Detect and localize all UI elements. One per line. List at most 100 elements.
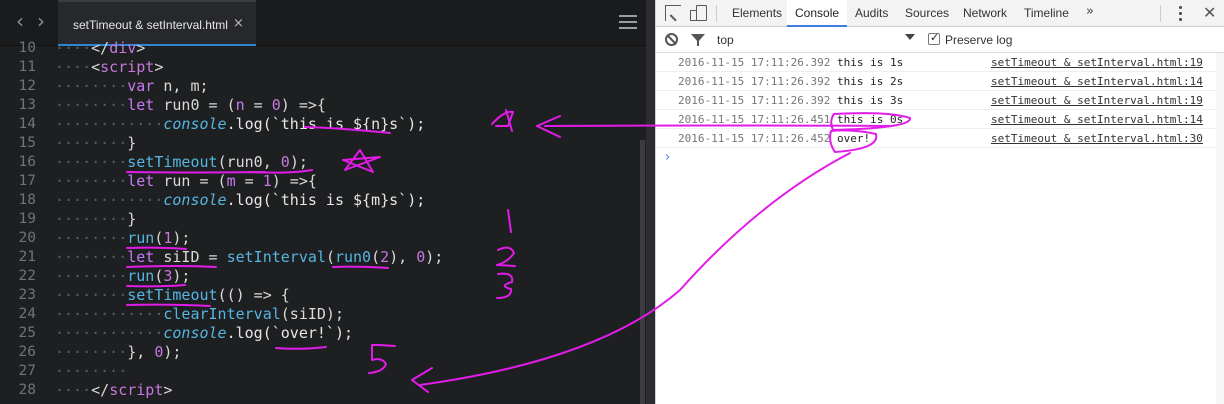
line-number: 23 [18,287,36,303]
more-tabs-icon[interactable]: » [1086,4,1094,19]
filter-icon[interactable] [691,34,705,46]
code-token: ············ [55,324,164,342]
code-token: .log(`this is ${n}s`); [226,115,426,133]
code-line[interactable]: 17 ········let run = (m = 1) =>{ [0,172,646,191]
code-token: ); [172,229,191,247]
code-token: ( [325,248,335,266]
log-source-link[interactable]: setTimeout & setInterval.html:19 [991,53,1203,72]
code-token: (() => { [217,286,290,304]
code-token: ········ [55,267,128,285]
code-token: ········ [55,96,128,114]
code-token: setInterval [226,248,326,266]
code-line[interactable]: 23 ········setTimeout(() => { [0,286,646,305]
line-number: 16 [18,154,36,170]
line-number: 10 [18,40,36,56]
file-tab-label: setTimeout & setInterval.html [73,18,228,32]
code-token: m [226,172,236,190]
code-line[interactable]: 13 ········let run0 = (n = 0) =>{ [0,96,646,115]
code-token: = [244,96,272,114]
code-token: > [163,381,173,399]
code-line[interactable]: 11 ····<script> [0,58,646,77]
log-timestamp: 2016-11-15 17:11:26.452 [678,132,831,145]
console-message: 2016-11-15 17:11:26.392 this is 2s setTime… [656,72,1224,91]
tab-timeline[interactable]: Timeline [1016,0,1077,27]
tab-audits[interactable]: Audits [847,0,896,27]
code-line[interactable]: 19 ········} [0,210,646,229]
inspect-element-icon[interactable] [665,5,681,21]
console-messages: 2016-11-15 17:11:26.392 this is 1s setTime… [656,53,1224,148]
code-line[interactable]: 26 ········}, 0); [0,343,646,362]
preserve-log-label[interactable]: Preserve log [945,33,1012,47]
clear-console-icon[interactable] [665,33,678,46]
log-source-link[interactable]: setTimeout & setInterval.html:14 [991,110,1203,129]
code-text: ············console.log(`this is ${n}s`)… [55,115,425,134]
dropdown-caret-icon[interactable] [905,34,915,40]
code-line[interactable]: 27 ········ [0,362,646,381]
code-token: 0 [271,96,281,114]
code-line[interactable]: 21 ········let siID = setInterval(run0(2)… [0,248,646,267]
log-source-link[interactable]: setTimeout & setInterval.html:30 [991,129,1203,148]
code-line[interactable]: 10 ····</div> [0,39,646,58]
code-token: ············ [55,191,164,209]
close-devtools-icon[interactable]: ✕ [1203,3,1216,22]
line-number: 19 [18,211,36,227]
log-message: this is 2s [837,75,904,88]
code-line[interactable]: 12 ········var n, m; [0,77,646,96]
close-tab-icon[interactable]: × [233,16,244,31]
line-number: 12 [18,78,36,94]
line-number: 20 [18,230,36,246]
code-token: }, [127,343,155,361]
code-line[interactable]: 28 ····</script> [0,381,646,400]
line-number: 25 [18,325,36,341]
line-number: 13 [18,97,36,113]
customize-menu-icon[interactable] [1179,6,1182,21]
device-mode-icon[interactable] [690,5,707,21]
code-line[interactable]: 24 ············clearInterval(siID); [0,305,646,324]
log-source-link[interactable]: setTimeout & setInterval.html:19 [991,91,1203,110]
code-text: ····<script> [55,58,163,77]
code-line[interactable]: 20 ········run(1); [0,229,646,248]
code-token: setTimeout [127,286,218,304]
log-source-link[interactable]: setTimeout & setInterval.html:14 [991,72,1203,91]
code-line[interactable]: 15 ········} [0,134,646,153]
code-token: siID = [154,248,227,266]
preserve-log-checkbox[interactable] [928,31,940,45]
code-token: ············ [55,305,164,323]
code-token: = [235,172,263,190]
toolbar-separator [716,5,717,22]
code-token: ········ [55,343,128,361]
editor-scrollbar[interactable] [640,140,645,404]
context-select[interactable]: top [717,33,734,47]
line-number: 28 [18,382,36,398]
code-text: ········setTimeout(run0, 0); [55,153,308,172]
code-token: run0 = ( [154,96,236,114]
code-token: } [127,134,137,152]
tab-elements[interactable]: Elements [724,0,790,27]
hamburger-menu-icon[interactable] [619,15,637,29]
log-timestamp: 2016-11-15 17:11:26.392 [678,56,831,69]
pane-divider[interactable] [646,0,655,404]
code-token: ); [172,267,191,285]
code-line[interactable]: 14 ············console.log(`this is ${n}s… [0,115,646,134]
tab-sources[interactable]: Sources [897,0,957,27]
code-line[interactable]: 22 ········run(3); [0,267,646,286]
console-prompt-icon[interactable]: › [665,150,670,165]
tab-network[interactable]: Network [955,0,1015,27]
code-line[interactable]: 18 ············console.log(`this is ${m}s… [0,191,646,210]
tab-console[interactable]: Console [787,0,848,27]
code-line[interactable]: 16 ········setTimeout(run0, 0); [0,153,646,172]
code-token: var [127,77,155,95]
code-text: ············clearInterval(siID); [55,305,344,324]
code-token: ); [163,343,182,361]
code-area[interactable]: 10 ····</div> 11 ····<script> 12 ········var … [0,39,646,404]
console-scrollbar[interactable] [1216,53,1224,404]
code-text: ········var n, m; [55,77,209,96]
code-token: .log(`over!`); [226,324,354,342]
code-line[interactable]: 25 ············console.log(`over!`); [0,324,646,343]
code-token: console [163,115,227,133]
console-toolbar: top Preserve log [656,27,1224,53]
console-message: 2016-11-15 17:11:26.392 this is 1s setTime… [656,53,1224,72]
nav-back-icon[interactable]: ‹ [16,11,24,31]
nav-forward-icon[interactable]: › [37,11,45,31]
code-token: (siID); [280,305,344,323]
